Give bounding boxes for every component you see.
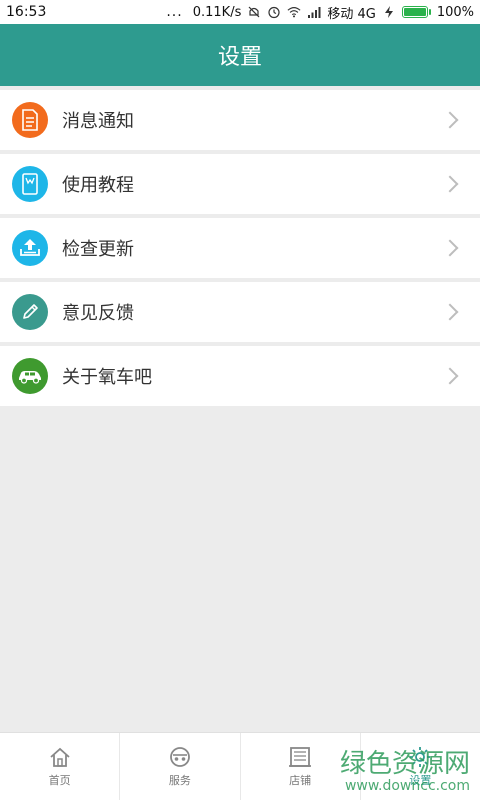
menu-item-feedback[interactable]: 意见反馈 [0,282,480,342]
alarm-icon [268,6,280,19]
book-icon [12,166,48,202]
menu-label: 意见反馈 [62,303,134,324]
chevron-right-icon [441,367,459,385]
upload-icon [12,230,48,266]
chevron-right-icon [441,239,459,257]
menu-label: 消息通知 [62,111,134,132]
battery-icon [401,6,431,18]
settings-list: 消息通知 使用教程 检查更新 意见反馈 关于氧车吧 [0,90,480,406]
mute-icon [248,6,260,18]
settings-icon [410,746,431,767]
menu-label: 使用教程 [62,175,134,196]
tab-store[interactable]: 店铺 [241,733,361,800]
document-icon [12,102,48,138]
tab-service[interactable]: 服务 [120,733,241,800]
pencil-icon [12,294,48,330]
chevron-right-icon [441,111,459,129]
bottom-tab-bar: 首页 服务 店铺 设置 [0,732,480,800]
tab-label: 首页 [48,773,71,787]
status-icons: ... 0.11K/s 移动 4G 100% [166,3,474,22]
menu-item-notifications[interactable]: 消息通知 [0,90,480,150]
status-time: 16:53 [6,4,47,20]
page-title: 设置 [217,45,262,70]
service-icon [169,746,190,767]
charging-icon [384,6,393,18]
car-icon [12,358,48,394]
tab-label: 服务 [168,773,191,787]
tab-label: 设置 [409,773,432,787]
home-icon [50,747,70,767]
wifi-icon [287,7,301,18]
tab-home[interactable]: 首页 [0,733,121,800]
page-header: 设置 [0,24,480,86]
notification-dots: ... [166,4,183,20]
menu-item-tutorial[interactable]: 使用教程 [0,154,480,214]
menu-label: 检查更新 [62,239,134,260]
tab-settings[interactable]: 设置 [361,733,480,800]
carrier-label: 移动 4G [327,6,376,22]
signal-icon [308,7,321,18]
chevron-right-icon [441,175,459,193]
menu-item-check-update[interactable]: 检查更新 [0,218,480,278]
status-bar: 16:53 ... 0.11K/s 移动 4G 100% [0,0,480,24]
battery-percent: 100% [436,4,474,20]
menu-label: 关于氧车吧 [62,367,152,388]
tab-label: 店铺 [289,773,312,787]
net-speed: 0.11K/s [192,4,242,20]
store-icon [289,746,312,767]
menu-item-about[interactable]: 关于氧车吧 [0,346,480,406]
chevron-right-icon [441,303,459,321]
